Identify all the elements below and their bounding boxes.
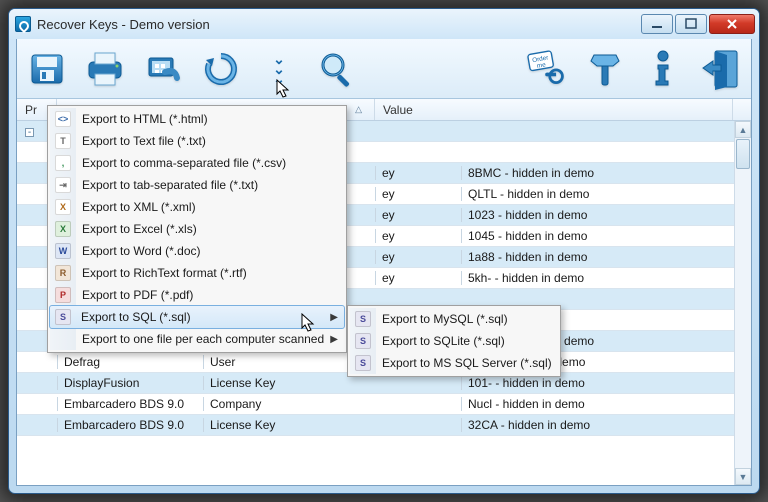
file-type-icon: S [355,311,371,327]
close-button[interactable] [709,14,755,34]
menu-item-label: Export to SQLite (*.sql) [382,334,505,348]
menu-item-label: Export to MySQL (*.sql) [382,312,508,326]
toolbar: ⌄⌄⌄ Orderme [17,39,751,99]
table-cell: Nucl - hidden in demo [461,397,734,411]
minimize-button[interactable] [641,14,673,34]
export-menu: <> Export to HTML (*.html) T Export to Text… [47,105,347,353]
window-title: Recover Keys - Demo version [37,17,641,32]
submenu-arrow-icon: ▶ [330,312,338,323]
maximize-button[interactable] [675,14,707,34]
file-type-icon: T [55,133,71,149]
table-cell: Embarcadero BDS 9.0 [57,418,203,432]
table-cell: ey [375,208,461,222]
file-type-icon: S [355,333,371,349]
table-row[interactable]: Embarcadero BDS 9.0License Key 32CA - hid… [17,415,734,436]
exit-button[interactable] [701,48,741,90]
menu-item[interactable]: S Export to MS SQL Server (*.sql) [350,352,558,374]
search-button[interactable] [317,48,357,90]
file-type-icon: P [55,287,71,303]
file-type-icon: ⇥ [55,177,71,193]
refresh-button[interactable] [201,48,241,90]
menu-item-label: Export to one file per each computer sca… [82,332,324,346]
table-cell: License Key [203,376,375,390]
file-type-icon: R [55,265,71,281]
file-type-icon: S [55,309,71,325]
titlebar[interactable]: Recover Keys - Demo version [9,9,759,39]
sql-submenu: S Export to MySQL (*.sql) S Export to SQLit… [347,305,561,377]
file-type-icon: X [55,199,71,215]
menu-item-label: Export to Excel (*.xls) [82,222,197,236]
table-cell: DisplayFusion [57,376,203,390]
column-value[interactable]: Value [375,99,733,120]
table-cell: Defrag [57,355,203,369]
menu-item[interactable]: Export to one file per each computer sca… [50,328,344,350]
export-dropdown-button[interactable]: ⌄⌄⌄ [259,48,299,90]
file-type-icon: <> [55,111,71,127]
table-cell: Embarcadero BDS 9.0 [57,397,203,411]
menu-item-label: Export to MS SQL Server (*.sql) [382,356,552,370]
table-cell: ey [375,166,461,180]
tools-button[interactable] [585,48,625,90]
table-cell: 8BMC - hidden in demo [461,166,734,180]
menu-item-label: Export to comma-separated file (*.csv) [82,156,286,170]
table-cell: 1023 - hidden in demo [461,208,734,222]
info-button[interactable] [643,48,683,90]
file-type-icon: , [55,155,71,171]
menu-item-label: Export to HTML (*.html) [82,112,208,126]
menu-item-label: Export to SQL (*.sql) [81,310,191,324]
file-type-icon: X [55,221,71,237]
table-cell: ey [375,250,461,264]
table-cell: 1045 - hidden in demo [461,229,734,243]
table-cell: Company [203,397,375,411]
table-cell: QLTL - hidden in demo [461,187,734,201]
submenu-arrow-icon: ▶ [330,334,338,345]
table-cell: 101- - hidden in demo [461,376,734,390]
order-button[interactable]: Orderme [527,48,567,90]
sort-ascending-icon: △ [355,104,362,115]
scan-button[interactable] [143,48,183,90]
table-cell: 1a88 - hidden in demo [461,250,734,264]
menu-item-label: Export to PDF (*.pdf) [82,288,193,302]
menu-item[interactable]: S Export to MySQL (*.sql) [350,308,558,330]
save-button[interactable] [27,48,67,90]
file-type-icon: W [55,243,71,259]
scroll-header [733,99,751,120]
print-button[interactable] [85,48,125,90]
table-cell: ey [375,271,461,285]
menu-item[interactable]: X Export to Excel (*.xls) [50,218,344,240]
menu-item[interactable]: <> Export to HTML (*.html) [50,108,344,130]
scroll-thumb[interactable] [736,139,750,169]
menu-item[interactable]: P Export to PDF (*.pdf) [50,284,344,306]
vertical-scrollbar[interactable]: ▲ ▼ [734,121,751,485]
table-cell: 32CA - hidden in demo [461,418,734,432]
menu-item-label: Export to RichText format (*.rtf) [82,266,247,280]
table-cell: 5kh- - hidden in demo [461,271,734,285]
table-cell: ey [375,229,461,243]
menu-item[interactable]: S Export to SQL (*.sql) ▶ [49,305,345,329]
menu-item[interactable]: R Export to RichText format (*.rtf) [50,262,344,284]
menu-item-label: Export to Word (*.doc) [82,244,201,258]
file-type-icon: S [355,355,371,371]
table-row[interactable]: Embarcadero BDS 9.0Company Nucl - hidden … [17,394,734,415]
chevron-down-icon: ⌄⌄⌄ [273,54,285,84]
menu-item-label: Export to Text file (*.txt) [82,134,206,148]
table-cell: License Key [203,418,375,432]
menu-item[interactable]: X Export to XML (*.xml) [50,196,344,218]
menu-item-label: Export to tab-separated file (*.txt) [82,178,258,192]
tree-collapse-icon[interactable]: - [25,128,34,137]
scroll-up-button[interactable]: ▲ [735,121,751,138]
menu-item[interactable]: W Export to Word (*.doc) [50,240,344,262]
app-icon [15,16,31,32]
menu-item-label: Export to XML (*.xml) [82,200,196,214]
menu-item[interactable]: S Export to SQLite (*.sql) [350,330,558,352]
menu-item[interactable]: , Export to comma-separated file (*.csv) [50,152,344,174]
table-cell: ey [375,187,461,201]
menu-item[interactable]: ⇥ Export to tab-separated file (*.txt) [50,174,344,196]
menu-item[interactable]: T Export to Text file (*.txt) [50,130,344,152]
scroll-down-button[interactable]: ▼ [735,468,751,485]
